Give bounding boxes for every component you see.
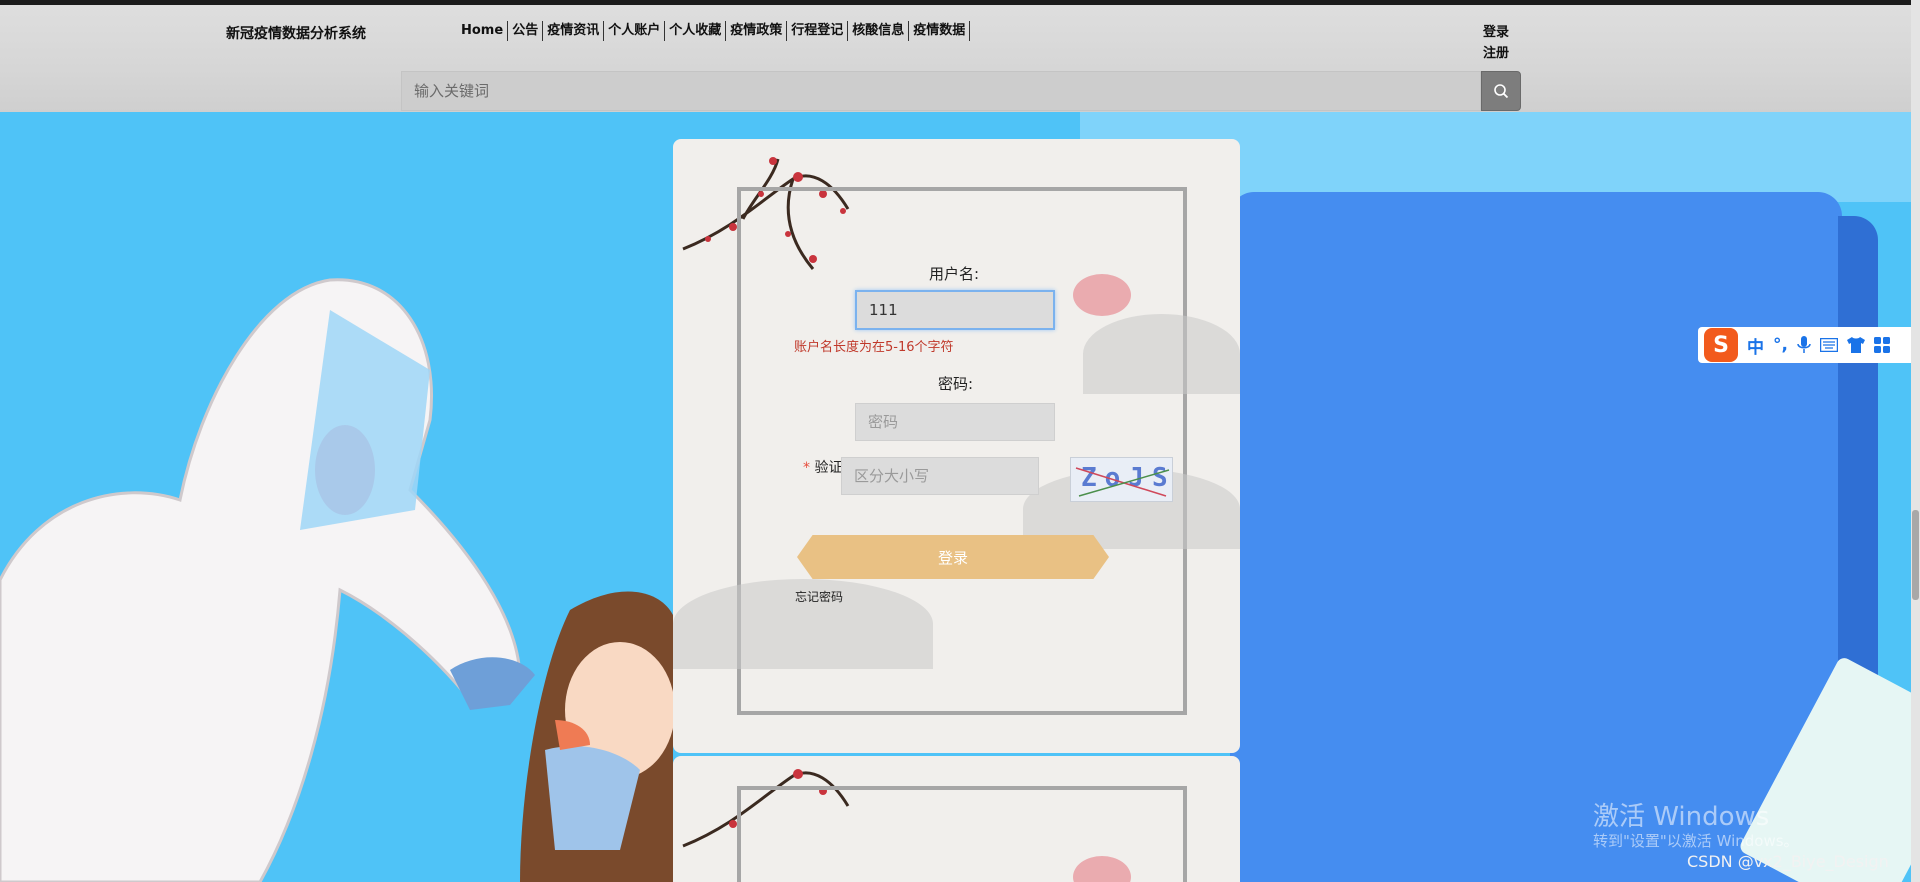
captcha-label: * 验证 <box>803 457 842 477</box>
microphone-icon[interactable] <box>1797 336 1811 354</box>
ime-toolbar: S 中 °, <box>1698 327 1920 363</box>
search-bar <box>401 71 1521 111</box>
red-sun-decoration <box>1073 274 1131 316</box>
password-label: 密码: <box>938 375 974 393</box>
sogou-logo-icon[interactable]: S <box>1704 328 1738 362</box>
nav-epidemic-data[interactable]: 疫情数据 <box>909 21 971 41</box>
forgot-password-link[interactable]: 忘记密码 <box>795 588 843 605</box>
medical-worker-illustration <box>0 278 675 882</box>
mountain-decoration <box>1083 314 1240 394</box>
main-nav: Home 公告 疫情资讯 个人账户 个人收藏 疫情政策 行程登记 核酸信息 疫情… <box>461 21 971 41</box>
windows-activation-subtitle: 转到"设置"以激活 Windows。 <box>1593 832 1799 850</box>
page-scrollbar[interactable] <box>1911 0 1920 882</box>
skin-shirt-icon[interactable] <box>1846 337 1865 353</box>
scrollbar-thumb[interactable] <box>1912 510 1919 600</box>
captcha-image[interactable]: ZoJS <box>1070 457 1173 502</box>
auth-links: 登录 注册 <box>1483 22 1509 64</box>
search-input[interactable] <box>401 71 1481 111</box>
nav-personal-account[interactable]: 个人账户 <box>604 21 666 41</box>
password-input[interactable] <box>855 403 1055 441</box>
top-navbar: 新冠疫情数据分析系统 Home 公告 疫情资讯 个人账户 个人收藏 疫情政策 行… <box>0 0 1920 112</box>
csdn-credit: CSDN @vx2_Biye_Design <box>1687 852 1889 871</box>
punctuation-toggle[interactable]: °, <box>1773 335 1788 355</box>
captcha-input[interactable] <box>841 457 1039 495</box>
toolbox-grid-icon[interactable] <box>1873 337 1890 353</box>
login-card: 用户名: 账户名长度为在5-16个字符 密码: * 验证 ZoJS 登录 忘记密… <box>673 139 1240 753</box>
captcha-label-text: 验证 <box>814 460 843 476</box>
keyboard-icon[interactable] <box>1819 338 1838 352</box>
nav-home[interactable]: Home <box>461 21 509 41</box>
search-icon <box>1494 84 1509 99</box>
nav-announcements[interactable]: 公告 <box>508 21 544 41</box>
required-mark: * <box>803 460 810 476</box>
nav-policies[interactable]: 疫情政策 <box>726 21 788 41</box>
nav-nucleic-acid-info[interactable]: 核酸信息 <box>848 21 910 41</box>
login-link[interactable]: 登录 <box>1483 22 1509 43</box>
background-blue-book <box>1230 192 1842 882</box>
username-error: 账户名长度为在5-16个字符 <box>794 340 954 355</box>
captcha-noise-lines <box>1075 467 1170 497</box>
nav-favorites[interactable]: 个人收藏 <box>665 21 727 41</box>
nav-travel-registration[interactable]: 行程登记 <box>787 21 849 41</box>
nav-epidemic-news[interactable]: 疫情资讯 <box>543 21 605 41</box>
login-card-duplicate <box>673 756 1240 882</box>
chinese-mode-toggle[interactable]: 中 <box>1747 333 1764 358</box>
site-brand[interactable]: 新冠疫情数据分析系统 <box>226 23 366 43</box>
windows-activation-title: 激活 Windows <box>1593 802 1770 832</box>
register-link[interactable]: 注册 <box>1483 43 1509 64</box>
username-label: 用户名: <box>929 265 980 283</box>
search-button[interactable] <box>1481 71 1521 111</box>
login-button[interactable]: 登录 <box>797 535 1109 579</box>
username-input[interactable] <box>855 290 1055 330</box>
